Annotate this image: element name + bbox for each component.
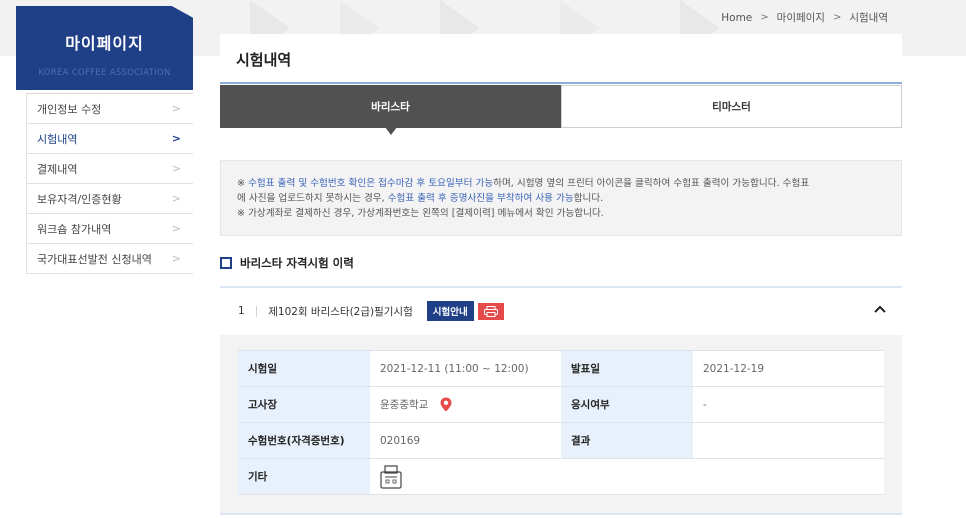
venue-cell: 윤중중학교	[370, 386, 561, 423]
sidebar-item-label: 시험내역	[37, 132, 78, 146]
breadcrumb-home[interactable]: Home	[721, 12, 752, 24]
chevron-right-icon: >	[171, 252, 181, 265]
exam-detail-panel: 시험일 2021-12-11 (11:00 ~ 12:00) 발표일 2021-…	[220, 335, 902, 515]
notice-box: ※ 수험표 출력 및 수험번호 확인은 접수마감 후 토요일부터 가능하며, 시…	[220, 160, 902, 236]
sidebar-item-payments[interactable]: 결제내역 >	[26, 154, 193, 184]
etc-label: 기타	[238, 458, 370, 495]
tab-barista[interactable]: 바리스타	[220, 85, 561, 135]
exam-name: 제102회 바리스타(2급)필기시험	[268, 305, 413, 318]
exam-date-value: 2021-12-11 (11:00 ~ 12:00)	[370, 350, 561, 387]
notice-text: 하며, 시험명 옆의 프린터 아이콘을 클릭하여 수험표 출력이 가능합니다. …	[493, 178, 810, 189]
exam-guide-button[interactable]: 시험안내	[426, 301, 474, 321]
exam-no-label: 수험번호(자격증번호)	[238, 422, 370, 459]
tab-active-arrow-icon	[384, 127, 397, 135]
exam-tabs: 바리스타 티마스터	[220, 85, 902, 135]
chevron-right-icon: >	[760, 12, 769, 23]
announce-date-value: 2021-12-19	[693, 350, 884, 387]
sidebar-item-label: 워크숍 참가내역	[37, 222, 112, 236]
sidebar-item-certifications[interactable]: 보유자격/인증현황 >	[26, 184, 193, 214]
notice-highlight: 수험표 출력 및 수험번호 확인은 접수마감 후 토요일부터 가능	[248, 178, 494, 189]
attend-value: -	[693, 386, 884, 423]
chevron-right-icon: >	[171, 192, 181, 205]
sidebar-item-profile-edit[interactable]: 개인정보 수정 >	[26, 94, 193, 124]
tab-label: 바리스타	[371, 101, 410, 113]
caret-up-icon[interactable]	[874, 304, 886, 314]
chevron-right-icon: >	[171, 102, 181, 115]
page-title: 시험내역	[220, 34, 902, 84]
notice-line-1: ※ 수험표 출력 및 수험번호 확인은 접수마감 후 토요일부터 가능하며, 시…	[237, 176, 885, 191]
section-title: 바리스타 자격시험 이력	[220, 255, 354, 271]
table-row: 수험번호(자격증번호) 020169 결과	[238, 422, 884, 459]
sidebar-menu: 개인정보 수정 > 시험내역 > 결제내역 > 보유자격/인증현황 > 워크숍 …	[26, 93, 193, 274]
exam-number: 1	[238, 305, 245, 317]
table-row: 시험일 2021-12-11 (11:00 ~ 12:00) 발표일 2021-…	[238, 350, 884, 387]
announce-date-label: 발표일	[561, 350, 693, 387]
print-ticket-button[interactable]	[477, 302, 504, 320]
section-title-label: 바리스타 자격시험 이력	[240, 256, 354, 270]
divider: |	[254, 305, 259, 317]
exam-detail-table: 시험일 2021-12-11 (11:00 ~ 12:00) 발표일 2021-…	[238, 350, 884, 495]
exam-date-label: 시험일	[238, 350, 370, 387]
exam-row[interactable]: 1 | 제102회 바리스타(2급)필기시험 시험안내	[220, 286, 902, 334]
table-row: 고사장 윤중중학교 응시여부 -	[238, 386, 884, 423]
chevron-right-icon: >	[832, 12, 842, 23]
breadcrumb-current: 시험내역	[849, 12, 888, 24]
chevron-right-icon: >	[171, 162, 181, 175]
tab-label: 티마스터	[712, 101, 751, 113]
notice-text: 에 사진을 업로드하지 못하시는 경우,	[237, 193, 388, 204]
sidebar-item-label: 국가대표선발전 신청내역	[37, 252, 152, 266]
notice-line-3: ※ 가상계좌로 결제하신 경우, 가상계좌번호는 왼쪽의 [결제이력] 메뉴에서…	[237, 208, 604, 219]
sidebar-item-exam-history[interactable]: 시험내역 >	[26, 124, 193, 154]
notice-text: ※	[237, 178, 249, 189]
notice-line-2: 에 사진을 업로드하지 못하시는 경우, 수험표 출력 후 증명사진을 부착하여…	[237, 191, 885, 206]
result-value	[693, 422, 884, 459]
sidebar-subtitle: KOREA COFFEE ASSOCIATION	[38, 68, 171, 78]
notice-highlight: 수험표 출력 후 증명사진을 부착하여 사용 가능	[387, 193, 574, 204]
location-pin-icon[interactable]	[440, 397, 452, 412]
chevron-right-icon: >	[171, 132, 181, 145]
square-bullet-icon	[220, 257, 232, 269]
table-row: 기타	[238, 458, 884, 495]
printer-icon	[483, 305, 498, 317]
venue-label: 고사장	[238, 386, 370, 423]
sidebar-title-box: 마이페이지 KOREA COFFEE ASSOCIATION	[16, 6, 193, 90]
etc-cell	[370, 458, 884, 495]
exam-no-value: 020169	[370, 422, 561, 459]
attend-label: 응시여부	[561, 386, 693, 423]
sidebar-item-label: 보유자격/인증현황	[37, 192, 122, 206]
sidebar-title: 마이페이지	[65, 34, 144, 53]
sidebar-item-label: 개인정보 수정	[37, 102, 102, 116]
chevron-right-icon: >	[171, 222, 181, 235]
venue-value: 윤중중학교	[380, 398, 429, 411]
breadcrumb-mypage[interactable]: 마이페이지	[777, 10, 825, 25]
tab-tea-master[interactable]: 티마스터	[561, 85, 902, 128]
sidebar-item-national-selection[interactable]: 국가대표선발전 신청내역 >	[26, 244, 193, 274]
notice-text: 합니다.	[573, 193, 604, 204]
result-label: 결과	[561, 422, 693, 459]
breadcrumb: Home > 마이페이지 > 시험내역	[721, 10, 888, 25]
sidebar-item-workshops[interactable]: 워크숍 참가내역 >	[26, 214, 193, 244]
ticket-icon[interactable]	[380, 464, 402, 489]
sidebar-item-label: 결제내역	[37, 162, 78, 176]
